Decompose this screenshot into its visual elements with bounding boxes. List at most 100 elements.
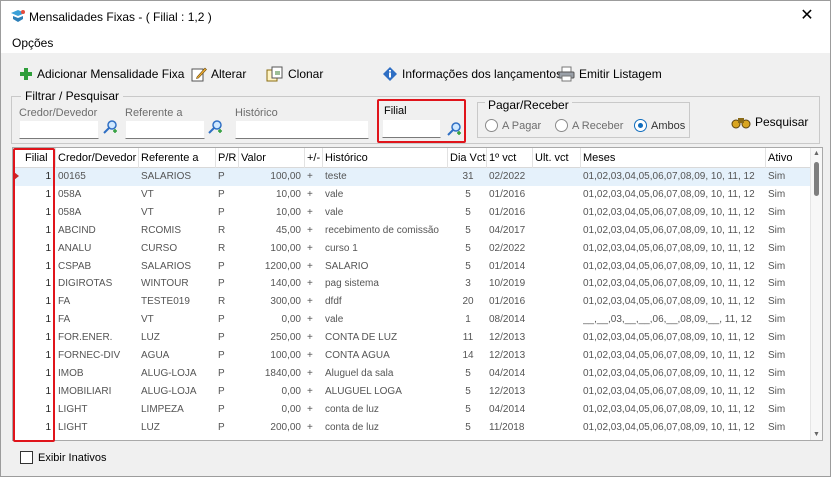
cell-sinal: + (307, 385, 313, 397)
cell-pr: P (218, 332, 225, 344)
cell-meses: 01,02,03,04,05,06,07,08,09, 10, 11, 12 (583, 367, 755, 379)
cell-pr: P (218, 278, 225, 290)
cell-primeiro-vct: 04/2014 (489, 367, 526, 379)
main-window: Mensalidades Fixas - ( Filial : 1,2 ) ✕ … (0, 0, 831, 477)
col-header-historico[interactable]: Histórico (325, 152, 368, 164)
col-header-dia-vct[interactable]: Dia Vct (450, 152, 485, 164)
radio-a-pagar[interactable]: A Pagar (485, 119, 541, 132)
cell-referente: LIMPEZA (141, 403, 184, 415)
emitir-listagem-label: Emitir Listagem (579, 67, 662, 81)
scroll-down-icon[interactable]: ▼ (813, 431, 820, 438)
pesquisar-button[interactable]: Pesquisar (731, 113, 808, 131)
table-row[interactable]: 1 LIGHT LIMPEZA P 0,00 + conta de luz 5 04/2014 0… (13, 401, 811, 419)
vertical-scrollbar[interactable]: ▲ ▼ (810, 148, 822, 440)
cell-referente: RCOMIS (141, 224, 181, 236)
radio-a-pagar-circle[interactable] (485, 119, 498, 132)
cell-referente: TESTE019 (141, 296, 190, 308)
table-row[interactable]: 1 058A VT P 10,00 + vale 5 01/2016 01,02,03,04,05… (13, 186, 811, 204)
cell-ativo: Sim (768, 403, 786, 415)
add-mensalidade-button[interactable]: Adicionar Mensalidade Fixa (19, 65, 184, 83)
alterar-button[interactable]: Alterar (191, 65, 246, 83)
cell-credor: IMOBILIARI (58, 385, 112, 397)
table-row[interactable]: 1 00165 SALARIOS P 100,00 + teste 31 02/2022 01,0… (13, 168, 811, 186)
table-row[interactable]: 1 ANALU CURSO R 100,00 + curso 1 5 02/2022 01,02,… (13, 240, 811, 258)
col-header-meses[interactable]: Meses (583, 152, 615, 164)
credor-lookup-icon[interactable] (102, 119, 118, 135)
table-row[interactable]: 1 ABCIND RCOMIS R 45,00 + recebimento de comis… (13, 222, 811, 240)
cell-referente: AGUA (141, 350, 170, 361)
table-row[interactable]: 1 058A VT P 10,00 + vale 5 01/2016 01,02,03,04,05… (13, 204, 811, 222)
col-header-referente[interactable]: Referente a (141, 152, 198, 164)
historico-input[interactable] (235, 120, 369, 139)
scroll-thumb[interactable] (814, 162, 819, 196)
cell-historico: CONTA DE LUZ (325, 332, 398, 344)
col-header-ativo[interactable]: Ativo (768, 152, 792, 164)
radio-a-receber-circle[interactable] (555, 119, 568, 132)
col-header-primeiro-vct[interactable]: 1º vct (489, 152, 516, 164)
cell-historico: recebimento de comissão (325, 224, 439, 236)
cell-referente: WINTOUR (141, 278, 189, 290)
col-separator (486, 148, 487, 168)
edit-icon (191, 67, 207, 82)
cell-pr: P (218, 385, 225, 397)
cell-referente: LUZ (141, 421, 160, 433)
table-row[interactable]: 1 FOR.ENER. LUZ P 250,00 + CONTA DE LUZ 11 12/20… (13, 329, 811, 347)
cell-valor: 100,00 (270, 171, 301, 182)
col-header-pr[interactable]: P/R (218, 152, 236, 164)
filial-lookup-icon[interactable] (446, 121, 462, 137)
informacoes-button[interactable]: Informações dos lançamentos (382, 65, 562, 83)
table-row[interactable]: 1 FORNEC-DIV AGUA P 100,00 + CONTA ÁGUA 14 12/20… (13, 347, 811, 365)
col-header-ult-vct[interactable]: Ult. vct (535, 152, 569, 164)
table-row[interactable]: 1 FA VT P 0,00 + vale 1 08/2014 __,__,03,__,__,06… (13, 311, 811, 329)
cell-credor: DIGIROTAS (58, 278, 113, 290)
plus-icon (20, 68, 32, 80)
col-separator (304, 148, 305, 168)
col-header-valor[interactable]: Valor (241, 152, 266, 164)
referente-lookup-icon[interactable] (207, 119, 223, 135)
exibir-inativos-checkbox[interactable]: Exibir Inativos (20, 451, 106, 464)
cell-meses: 01,02,03,04,05,06,07,08,09, 10, 11, 12 (583, 206, 755, 218)
cell-credor: 00165 (58, 171, 86, 182)
cell-ativo: Sim (768, 224, 786, 236)
col-header-credor[interactable]: Credor/Devedor (58, 152, 136, 164)
cell-dia-vct: 3 (465, 278, 471, 290)
add-mensalidade-label: Adicionar Mensalidade Fixa (37, 67, 185, 81)
col-separator (580, 148, 581, 168)
close-button[interactable]: ✕ (784, 1, 830, 33)
credor-input[interactable] (19, 120, 99, 139)
menu-opcoes[interactable]: Opções (12, 36, 53, 50)
cell-ativo: Sim (768, 260, 786, 272)
filial-input[interactable] (382, 119, 441, 138)
radio-a-receber-label: A Receber (572, 119, 624, 132)
col-header-sinal[interactable]: +/- (307, 152, 320, 164)
credor-label: Credor/Devedor (19, 107, 98, 119)
cell-ativo: Sim (768, 206, 786, 218)
emitir-listagem-button[interactable]: Emitir Listagem (558, 65, 662, 83)
radio-ambos-circle[interactable] (634, 119, 647, 132)
table-row[interactable]: 1 CSPAB SALARIOS P 1200,00 + SALÁRIO 5 01/2014 01… (13, 258, 811, 276)
radio-a-receber[interactable]: A Receber (555, 119, 623, 132)
referente-input[interactable] (125, 120, 205, 139)
clonar-button[interactable]: Clonar (266, 65, 323, 83)
table-row[interactable]: 1 FA TESTE019 R 300,00 + dfdf 20 01/2016 01,02,03… (13, 293, 811, 311)
radio-ambos-label: Ambos (651, 119, 686, 132)
table-row[interactable]: 1 IMOB ALUG-LOJA P 1840,00 + Aluguel da sala 5 0… (13, 365, 811, 383)
cell-primeiro-vct: 02/2022 (489, 242, 526, 254)
grid-header: Filial Credor/Devedor Referente a P/R Valor +… (13, 148, 811, 168)
cell-valor: 300,00 (270, 296, 301, 308)
table-row[interactable]: 1 LIGHT LUZ P 200,00 + conta de luz 5 11/2018 01,… (13, 419, 811, 437)
scroll-up-icon[interactable]: ▲ (813, 150, 820, 157)
cell-sinal: + (307, 171, 313, 182)
cell-dia-vct: 5 (465, 403, 471, 415)
cell-sinal: + (307, 421, 313, 433)
table-row[interactable]: 1 DIGIROTAS WINTOUR P 140,00 + pag sistema 3 10/… (13, 275, 811, 293)
table-row[interactable]: 1 IMOBILIARI ALUG-LOJA P 0,00 + ALUGUEL LOGA 5 1… (13, 383, 811, 401)
cell-credor: FOR.ENER. (58, 332, 113, 344)
cell-pr: P (218, 171, 225, 182)
cell-valor: 0,00 (281, 385, 301, 397)
cell-meses: __,__,03,__,__,06,__,08,09,__, 11, 12 (583, 314, 752, 326)
exibir-inativos-box[interactable] (20, 451, 33, 464)
cell-credor: LIGHT (58, 403, 88, 415)
cell-primeiro-vct: 08/2014 (489, 314, 526, 326)
radio-ambos[interactable]: Ambos (634, 119, 685, 132)
